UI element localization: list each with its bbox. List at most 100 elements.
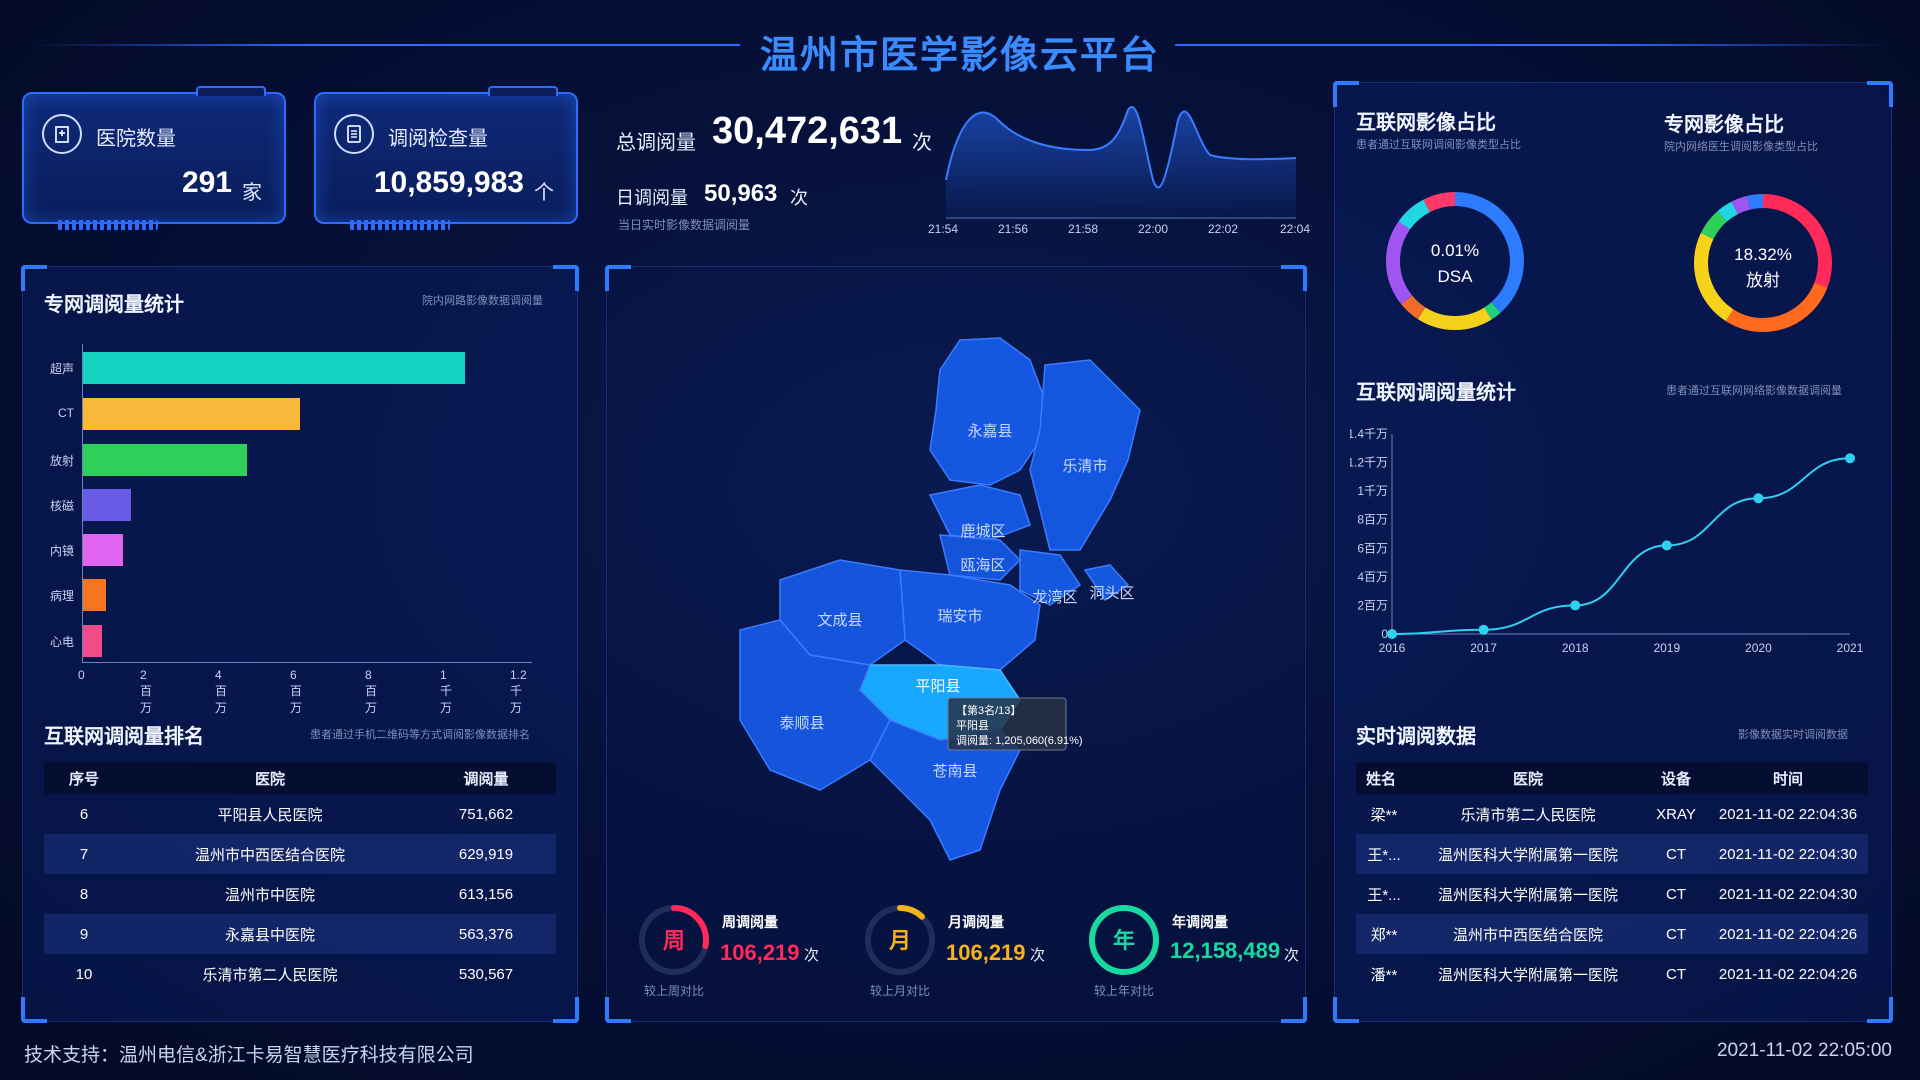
col-hospital: 医院 [1412, 762, 1644, 794]
wenzhou-map: 永嘉县 乐清市 鹿城区 瓯海区 龙湾区 洞头区 瑞安市 文成县 平阳县 泰顺县 … [739, 337, 1141, 861]
yearly-compare: 较上年对比 [1094, 984, 1155, 998]
trend-y-tick: 4百万 [1357, 570, 1388, 584]
monthly-ring: 月 [865, 905, 935, 975]
cell-hospital: 温州市中西医结合医院 [1412, 914, 1644, 954]
bar-label-ultrasound: 超声 [49, 362, 74, 376]
hospital-count-unit: 家 [242, 182, 262, 204]
bar-x-tick-2: 4百万 [215, 668, 228, 715]
trend-x-tick: 2016 [1379, 641, 1406, 655]
table-row[interactable]: 王*... 温州医科大学附属第一医院 CT 2021-11-02 22:04:3… [1356, 834, 1868, 874]
trend-x-tick: 2021 [1837, 641, 1864, 655]
cell-index: 10 [75, 965, 93, 983]
table-row[interactable]: 梁** 乐清市第二人民医院 XRAY 2021-11-02 22:04:36 [1356, 794, 1868, 834]
cell-views: 751,662 [458, 805, 514, 823]
spark-time-2: 21:56 [998, 222, 1029, 236]
bar-y-axis [82, 344, 83, 662]
cell-name: 梁** [1370, 806, 1398, 824]
monthly-title: 月调阅量 [948, 914, 1004, 930]
col-name: 姓名 [1356, 762, 1412, 794]
hospital-count-label: 医院数量 [96, 128, 176, 150]
exam-count-unit: 个 [534, 182, 554, 204]
hospital-icon [42, 114, 82, 154]
bar-label-ct: CT [58, 406, 74, 420]
bar-label-pathology: 病理 [49, 589, 74, 603]
cell-hospital: 温州医科大学附属第一医院 [1437, 886, 1618, 904]
table-row[interactable]: 6 平阳县人民医院 751,662 [44, 794, 556, 834]
trend-point [1661, 540, 1672, 551]
bar-x-tick-5: 1千万 [440, 668, 453, 715]
table-row[interactable]: 潘** 温州医科大学附属第一医院 CT 2021-11-02 22:04:26 [1356, 954, 1868, 994]
bar-label-radiology: 放射 [49, 454, 74, 468]
daily-views-unit: 次 [790, 188, 808, 208]
cell-device: CT [1644, 914, 1708, 954]
weekly-compare: 较上周对比 [644, 984, 705, 998]
monthly-value: 106,219 [946, 940, 1026, 965]
table-row[interactable]: 王*... 温州医科大学附属第一医院 CT 2021-11-02 22:04:3… [1356, 874, 1868, 914]
exam-count-value: 10,859,983 [373, 166, 524, 199]
yearly-title: 年调阅量 [1172, 914, 1228, 930]
private-ratio-center-label: 放射 [1746, 271, 1780, 290]
map-label-ruian: 瑞安市 [937, 608, 982, 625]
card-foot [58, 220, 158, 230]
spark-time-1: 21:54 [928, 222, 959, 236]
total-views-value: 30,472,631 [712, 110, 903, 152]
trend-point [1845, 453, 1855, 464]
cell-time: 2021-11-02 22:04:26 [1708, 914, 1868, 954]
sparkline-area [946, 107, 1296, 218]
svg-text:年: 年 [1113, 928, 1135, 953]
private-ratio-center-value: 18.32% [1734, 245, 1792, 264]
trend-y-tick: 2百万 [1357, 598, 1388, 612]
spark-time-5: 22:02 [1208, 222, 1239, 236]
daily-views-note: 当日实时影像数据调阅量 [618, 218, 751, 232]
trend-y-tick: 6百万 [1357, 541, 1388, 555]
bar-ultrasound [82, 352, 465, 384]
cell-index: 7 [44, 834, 124, 874]
exam-count-card: 调阅检查量 10,859,983 个 [314, 86, 578, 230]
bar-pathology [82, 579, 107, 611]
yearly-ring: 年 [1089, 905, 1159, 975]
cell-hospital: 乐清市第二人民医院 [1460, 806, 1596, 824]
card-foot [350, 220, 450, 230]
trend-point [1478, 624, 1489, 635]
cell-device: CT [1666, 965, 1686, 983]
cell-device: XRAY [1656, 805, 1696, 823]
total-views-label: 总调阅量 [616, 132, 696, 154]
daily-views-label: 日调阅量 [616, 188, 688, 208]
trend-x-tick: 2019 [1653, 641, 1680, 655]
weekly-unit: 次 [804, 947, 820, 964]
weekly-title: 周调阅量 [722, 914, 778, 930]
card-cap [488, 86, 558, 96]
cell-name: 王*... [1356, 834, 1412, 874]
cell-time: 2021-11-02 22:04:30 [1708, 834, 1868, 874]
internet-ratio-center-label: DSA [1438, 267, 1474, 286]
map-label-taishun: 泰顺县 [779, 715, 824, 732]
card-cap [196, 86, 266, 96]
bar-ct [82, 398, 300, 430]
table-row[interactable]: 7 温州市中西医结合医院 629,919 [44, 834, 556, 874]
table-row[interactable]: 郑** 温州市中西医结合医院 CT 2021-11-02 22:04:26 [1356, 914, 1868, 954]
bar-mri [82, 489, 131, 521]
bar-x-tick-6: 1.2千万 [510, 668, 527, 715]
trend-y-tick: 1.4千万 [1350, 427, 1388, 441]
map-label-yongjia: 永嘉县 [967, 423, 1012, 440]
spark-time-4: 22:00 [1138, 222, 1169, 236]
trend-line [1391, 457, 1851, 635]
total-views-unit: 次 [912, 132, 932, 154]
cell-time: 2021-11-02 22:04:36 [1718, 805, 1858, 823]
map-label-pingyang: 平阳县 [915, 678, 960, 695]
map-tooltip-value: 调阅量: 1,205,060(6.91%) [956, 734, 1083, 747]
internet-trend-subtitle: 患者通过互联网网络影像数据调阅量 [1666, 385, 1842, 397]
trend-x-tick: 2017 [1470, 641, 1497, 655]
cell-hospital: 温州市中西医结合医院 [124, 834, 416, 874]
table-row[interactable]: 9 永嘉县中医院 563,376 [44, 914, 556, 954]
internet-ratio-title: 互联网影像占比 [1356, 112, 1496, 134]
table-row[interactable]: 10 乐清市第二人民医院 530,567 [44, 954, 556, 994]
cell-device: CT [1666, 885, 1686, 903]
bar-x-tick-3: 6百万 [290, 668, 303, 715]
yearly-unit: 次 [1284, 947, 1300, 964]
bar-label-endoscopy: 内镜 [49, 544, 74, 558]
internet-ratio-donut: 0.01% DSA [1386, 192, 1524, 330]
cell-time: 2021-11-02 22:04:30 [1718, 885, 1858, 903]
table-row[interactable]: 8 温州市中医院 613,156 [44, 874, 556, 914]
cell-time: 2021-11-02 22:04:26 [1718, 965, 1858, 983]
